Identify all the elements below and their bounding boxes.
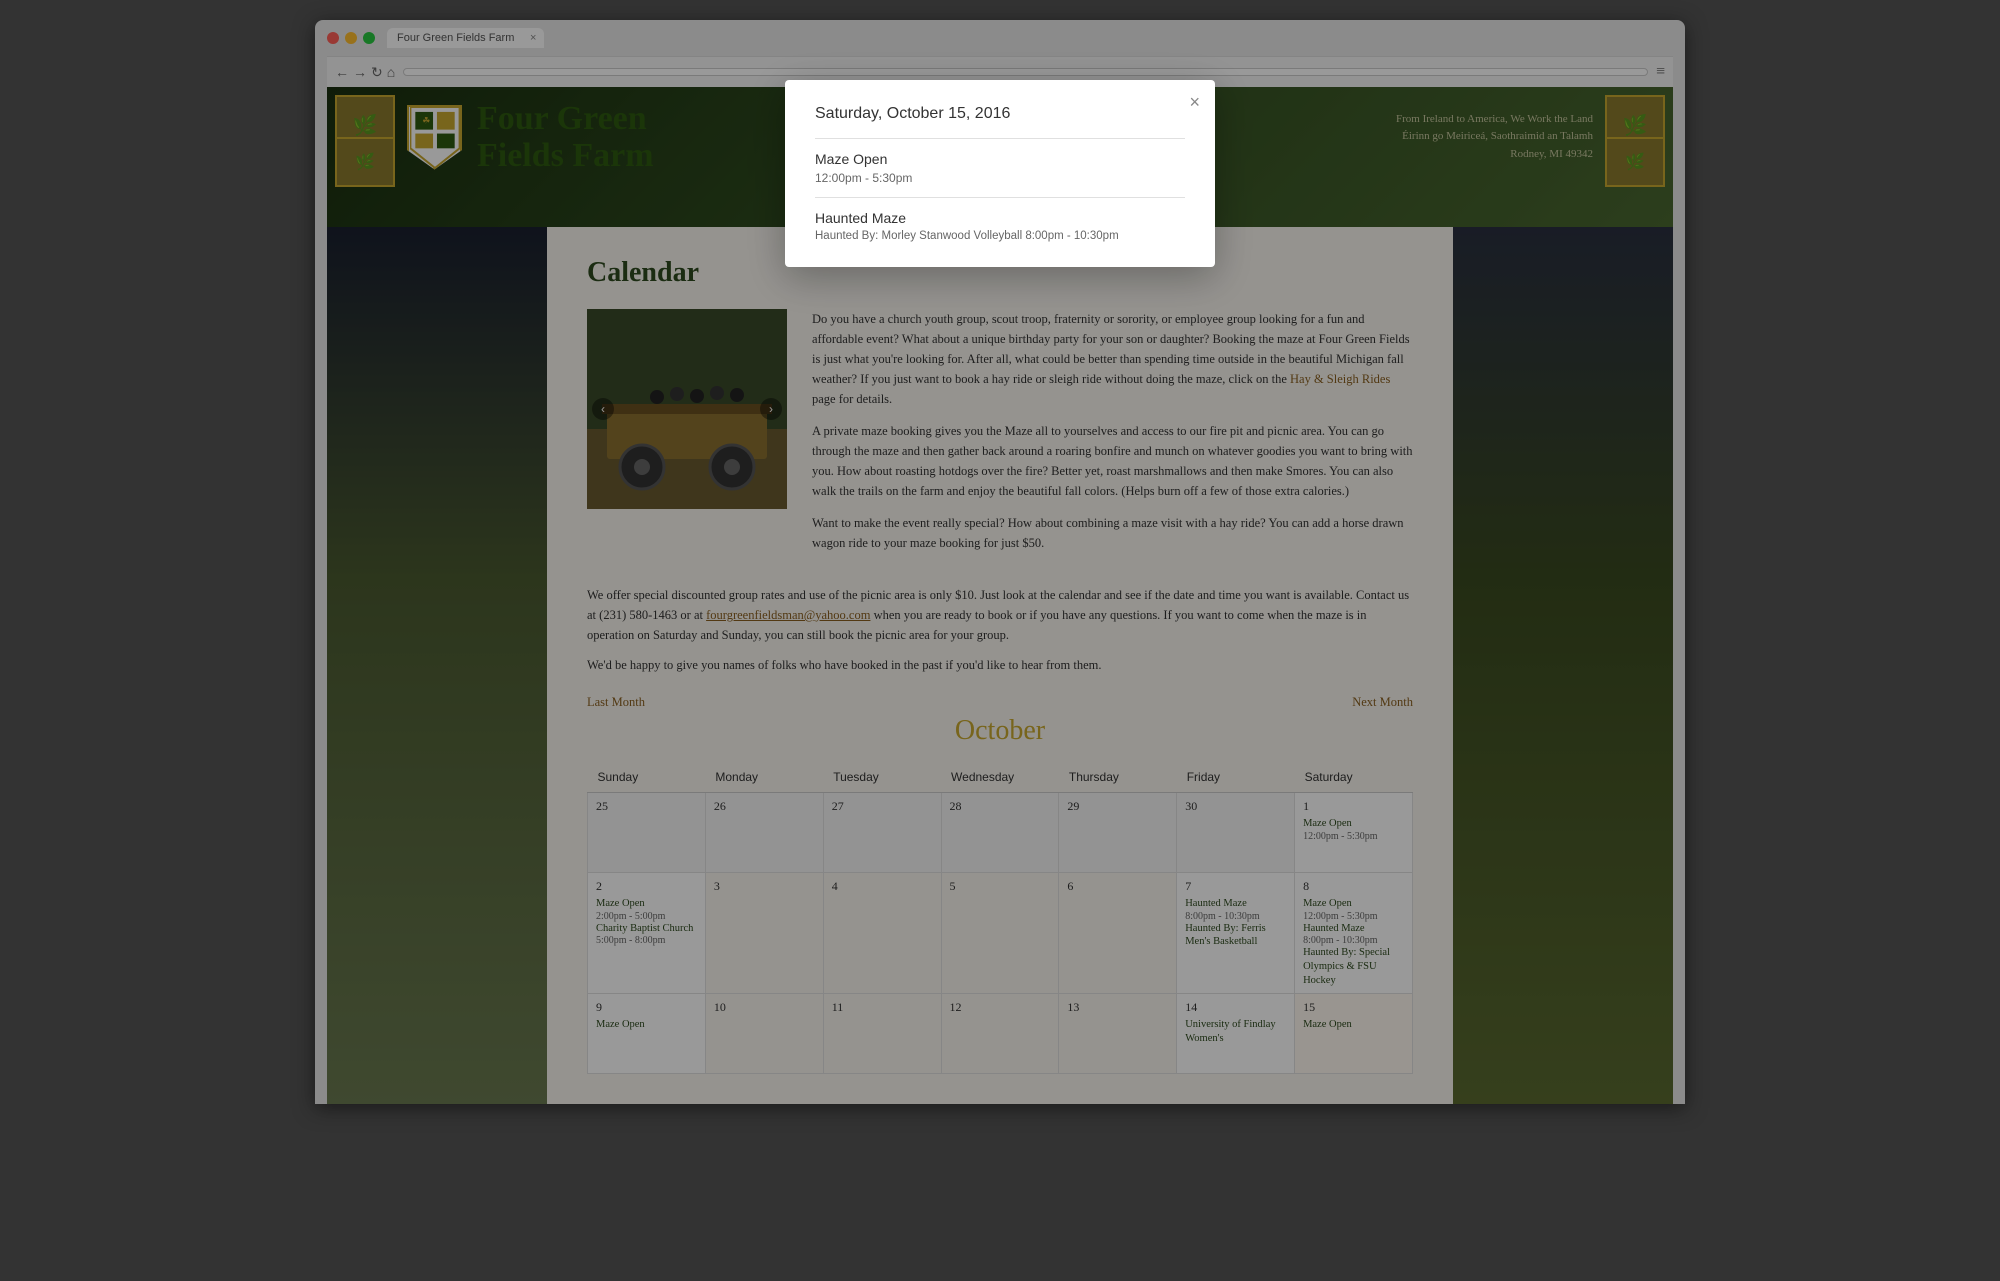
modal-divider-2 <box>815 197 1185 198</box>
modal-event-2-detail: Haunted By: Morley Stanwood Volleyball 8… <box>815 230 1185 242</box>
modal-divider-1 <box>815 138 1185 139</box>
modal-event-1-time: 12:00pm - 5:30pm <box>815 171 1185 185</box>
modal-event-2-title: Haunted Maze <box>815 210 1185 226</box>
modal-close-button[interactable]: × <box>1189 92 1200 113</box>
modal-overlay[interactable]: × Saturday, October 15, 2016 Maze Open 1… <box>0 0 2000 1281</box>
event-modal: × Saturday, October 15, 2016 Maze Open 1… <box>785 80 1215 267</box>
modal-date: Saturday, October 15, 2016 <box>815 105 1185 123</box>
modal-event-1-title: Maze Open <box>815 151 1185 167</box>
